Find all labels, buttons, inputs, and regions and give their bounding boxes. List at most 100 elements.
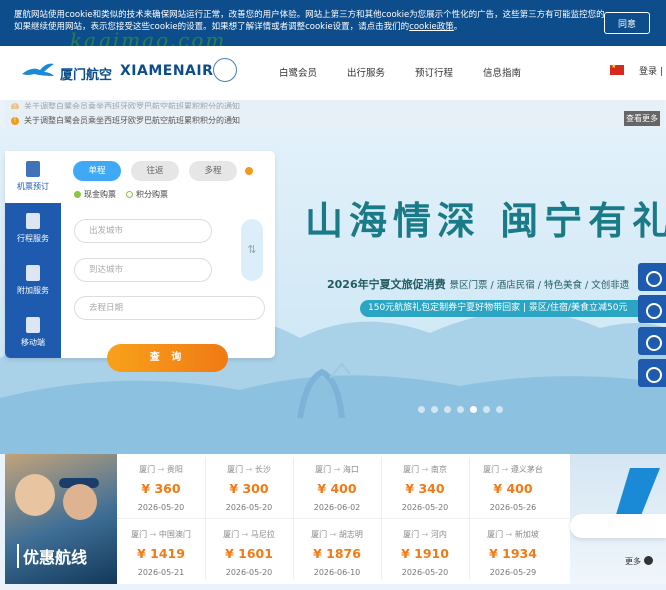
swap-cities-button[interactable]: ⇅ (241, 219, 263, 281)
banner-subtitle-rest: 景区门票 / 酒店民宿 / 特色美食 / 文创非遗 (449, 280, 630, 291)
arrow-icon: → (421, 530, 429, 539)
cookie-policy-link[interactable]: cookie政策 (409, 22, 454, 32)
arrive-city-input[interactable]: 到达城市 (74, 258, 212, 282)
carousel-dot-active[interactable] (470, 406, 477, 413)
route-label: 厦门 → 胡志明 (293, 529, 381, 540)
arrow-icon: → (157, 465, 165, 474)
deal-route-card[interactable]: 厦门 → 南京 ¥ 340 2026-05-20 (381, 454, 469, 517)
deal-route-card[interactable]: 厦门 → 胡志明 ¥ 1876 2026-06-10 (293, 519, 381, 582)
route-to: 贵阳 (166, 465, 183, 474)
route-label: 厦门 → 贵阳 (117, 464, 205, 475)
carousel-dot[interactable] (418, 406, 425, 413)
route-from: 厦门 (487, 530, 504, 539)
route-from: 厦门 (139, 465, 156, 474)
deal-route-card[interactable]: 厦门 → 长沙 ¥ 300 2026-05-20 (205, 454, 293, 517)
warning-icon[interactable] (245, 167, 253, 175)
deal-route-card[interactable]: 厦门 → 海口 ¥ 400 2026-06-02 (293, 454, 381, 517)
site-header: 厦门航空 XIAMENAIR 白鹭会员 出行服务 预订行程 信息指南 登录 | … (0, 46, 666, 100)
logo-cn-text[interactable]: 厦门航空 (60, 64, 112, 83)
nav-item-membership[interactable]: 白鹭会员 (279, 65, 317, 79)
radio-label: 积分购票 (136, 190, 168, 199)
arrow-right-icon (644, 556, 653, 565)
nav-item-info-guide[interactable]: 信息指南 (483, 65, 521, 79)
crew-photo (15, 474, 55, 516)
deal-route-card[interactable]: 厦门 → 遵义茅台 ¥ 400 2026-05-26 (469, 454, 557, 517)
arrow-icon: → (245, 465, 253, 474)
carousel-dot[interactable] (457, 406, 464, 413)
tab-flight-booking[interactable]: 机票预订 (5, 151, 61, 203)
mobile-app-icon[interactable] (638, 359, 666, 387)
deal-route-card[interactable]: 厦门 → 河内 ¥ 1910 2026-05-20 (381, 519, 469, 582)
route-date: 2026-06-02 (313, 503, 361, 512)
cookie-agree-button[interactable]: 同意 (604, 12, 650, 34)
deal-route-card[interactable]: 厦门 → 马尼拉 ¥ 1601 2026-05-20 (205, 519, 293, 582)
nav-item-travel-service[interactable]: 出行服务 (347, 65, 385, 79)
booking-panel: 机票预订 行程服务 附加服务 移动端 单程 往返 多程 现金购票 积分购票 出发… (5, 151, 275, 372)
route-price: ¥ 400 (317, 481, 357, 496)
customer-service-icon[interactable] (638, 263, 666, 291)
carousel-dot[interactable] (444, 406, 451, 413)
route-date: 2026-05-26 (489, 503, 537, 512)
departure-date-input[interactable]: 去程日期 (74, 296, 265, 320)
deal-route-card[interactable]: 厦门 → 中国澳门 ¥ 1419 2026-05-21 (117, 519, 205, 582)
arrow-icon: → (501, 465, 509, 474)
route-price: ¥ 1419 (137, 546, 185, 561)
route-from: 厦门 (403, 465, 420, 474)
trip-type-multi[interactable]: 多程 (189, 161, 237, 181)
notice-item[interactable]: ! 关于调整白鹭会员乘坐西班牙欧罗巴航空航班累积积分的通知 (11, 115, 240, 126)
route-label: 厦门 → 长沙 (205, 464, 293, 475)
banner-slogan: 山海情深 闽宁有礼 (305, 198, 666, 243)
route-price: ¥ 1601 (225, 546, 273, 561)
carousel-dot[interactable] (483, 406, 490, 413)
carousel-dot[interactable] (431, 406, 438, 413)
route-from: 厦门 (131, 530, 148, 539)
route-date: 2026-05-20 (225, 568, 273, 577)
tab-trip-service[interactable]: 行程服务 (5, 203, 61, 255)
search-button[interactable]: 查 询 (107, 344, 228, 372)
carousel-dots (418, 405, 509, 416)
route-label: 厦门 → 河内 (381, 529, 469, 540)
route-label: 厦门 → 新加坡 (469, 529, 557, 540)
china-flag-icon[interactable] (610, 63, 624, 75)
route-to: 南京 (430, 465, 447, 474)
nav-item-book-trip[interactable]: 预订行程 (415, 65, 453, 79)
logo-en-text[interactable]: XIAMENAIR (120, 63, 213, 79)
more-deals-link[interactable]: 更多 (625, 556, 653, 567)
deal-route-card[interactable]: 厦门 → 新加坡 ¥ 1934 2026-05-29 (469, 519, 557, 582)
weibo-icon[interactable] (638, 327, 666, 355)
carousel-dot[interactable] (496, 406, 503, 413)
banner-subtitle: 2026年宁夏文旅促消费 景区门票 / 酒店民宿 / 特色美食 / 文创非遗 (327, 276, 629, 292)
deal-route-card[interactable]: 厦门 → 贵阳 ¥ 360 2026-05-20 (117, 454, 205, 517)
depart-city-input[interactable]: 出发城市 (74, 219, 212, 243)
phone-icon (26, 317, 40, 333)
airplane-tail (615, 468, 660, 518)
notice-item-label: 关于调整白鹭会员乘坐西班牙欧罗巴航空航班累积积分的通知 (24, 102, 240, 109)
route-from: 厦门 (315, 465, 332, 474)
view-more-notices-button[interactable]: 查看更多 (624, 111, 660, 126)
route-to: 中国澳门 (158, 530, 191, 539)
route-price: ¥ 1934 (489, 546, 537, 561)
route-date: 2026-06-10 (313, 568, 361, 577)
trip-type-round-trip[interactable]: 往返 (131, 161, 179, 181)
notice-bar: ! 关于调整白鹭会员乘坐西班牙欧罗巴航空航班累积积分的通知 ! 关于调整白鹭会员乘坐… (5, 100, 664, 128)
route-date: 2026-05-20 (401, 503, 449, 512)
route-to: 遵义茅台 (510, 465, 543, 474)
route-to: 马尼拉 (250, 530, 275, 539)
route-date: 2026-05-21 (137, 568, 185, 577)
route-to: 长沙 (254, 465, 271, 474)
banner-subtitle-main: 2026年宁夏文旅促消费 (327, 278, 446, 291)
arrow-icon: → (329, 530, 337, 539)
egret-logo-icon[interactable] (20, 60, 56, 82)
notice-item-scrolled[interactable]: ! 关于调整白鹭会员乘坐西班牙欧罗巴航空航班累积积分的通知 (11, 101, 240, 109)
tab-mobile[interactable]: 移动端 (5, 307, 61, 359)
route-price: ¥ 300 (229, 481, 269, 496)
pay-points-radio[interactable]: 积分购票 (126, 189, 168, 200)
airplane-body (570, 514, 666, 538)
trip-type-one-way[interactable]: 单程 (73, 161, 121, 181)
route-to: 海口 (342, 465, 359, 474)
route-label: 厦门 → 马尼拉 (205, 529, 293, 540)
login-link[interactable]: 登录 | 注 (639, 64, 666, 77)
pay-cash-radio[interactable]: 现金购票 (74, 189, 116, 200)
tab-extra-service[interactable]: 附加服务 (5, 255, 61, 307)
wechat-icon[interactable] (638, 295, 666, 323)
